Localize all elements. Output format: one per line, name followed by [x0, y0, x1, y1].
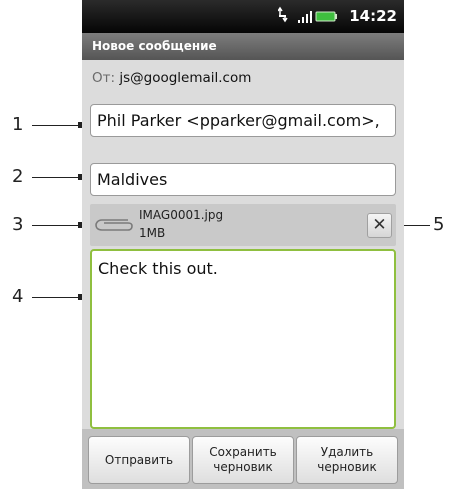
from-row: От: js@googlemail.com	[92, 70, 251, 86]
subject-field[interactable]: Maldives	[90, 163, 396, 196]
callout-2-line	[32, 177, 84, 178]
button-bar: Отправить Сохранить черновик Удалить чер…	[82, 429, 404, 489]
send-button[interactable]: Отправить	[88, 436, 190, 484]
paperclip-icon	[95, 219, 133, 231]
to-field[interactable]: Phil Parker <pparker@gmail.com>,	[90, 104, 396, 137]
save-draft-button[interactable]: Сохранить черновик	[192, 436, 294, 484]
from-label: От:	[92, 70, 116, 86]
status-time: 14:22	[349, 7, 397, 25]
callout-3: 3	[12, 214, 24, 235]
callout-2: 2	[12, 166, 24, 187]
attachment-row[interactable]: IMAG0001.jpg 1MB ✕	[90, 204, 396, 246]
callout-3-line	[32, 225, 84, 226]
status-icons	[278, 6, 337, 23]
signal-icon	[298, 11, 312, 23]
status-bar: 14:22	[82, 0, 404, 33]
callout-4: 4	[12, 286, 24, 307]
sync-icon	[278, 6, 288, 23]
callout-5-line	[400, 225, 430, 226]
callout-5: 5	[433, 214, 445, 235]
callout-4-line	[32, 297, 84, 298]
close-icon: ✕	[372, 215, 387, 235]
message-body-field[interactable]: Check this out.	[90, 249, 396, 429]
callout-1-line	[32, 125, 84, 126]
page-title: Новое сообщение	[82, 33, 404, 60]
from-address: js@googlemail.com	[119, 70, 252, 86]
delete-draft-button[interactable]: Удалить черновик	[296, 436, 398, 484]
remove-attachment-button[interactable]: ✕	[367, 213, 392, 238]
battery-icon	[315, 11, 337, 22]
attachment-size: 1MB	[139, 226, 166, 240]
phone-screen: 14:22 Новое сообщение От: js@googlemail.…	[82, 0, 404, 489]
attachment-name: IMAG0001.jpg	[139, 208, 224, 222]
callout-1: 1	[12, 114, 24, 135]
